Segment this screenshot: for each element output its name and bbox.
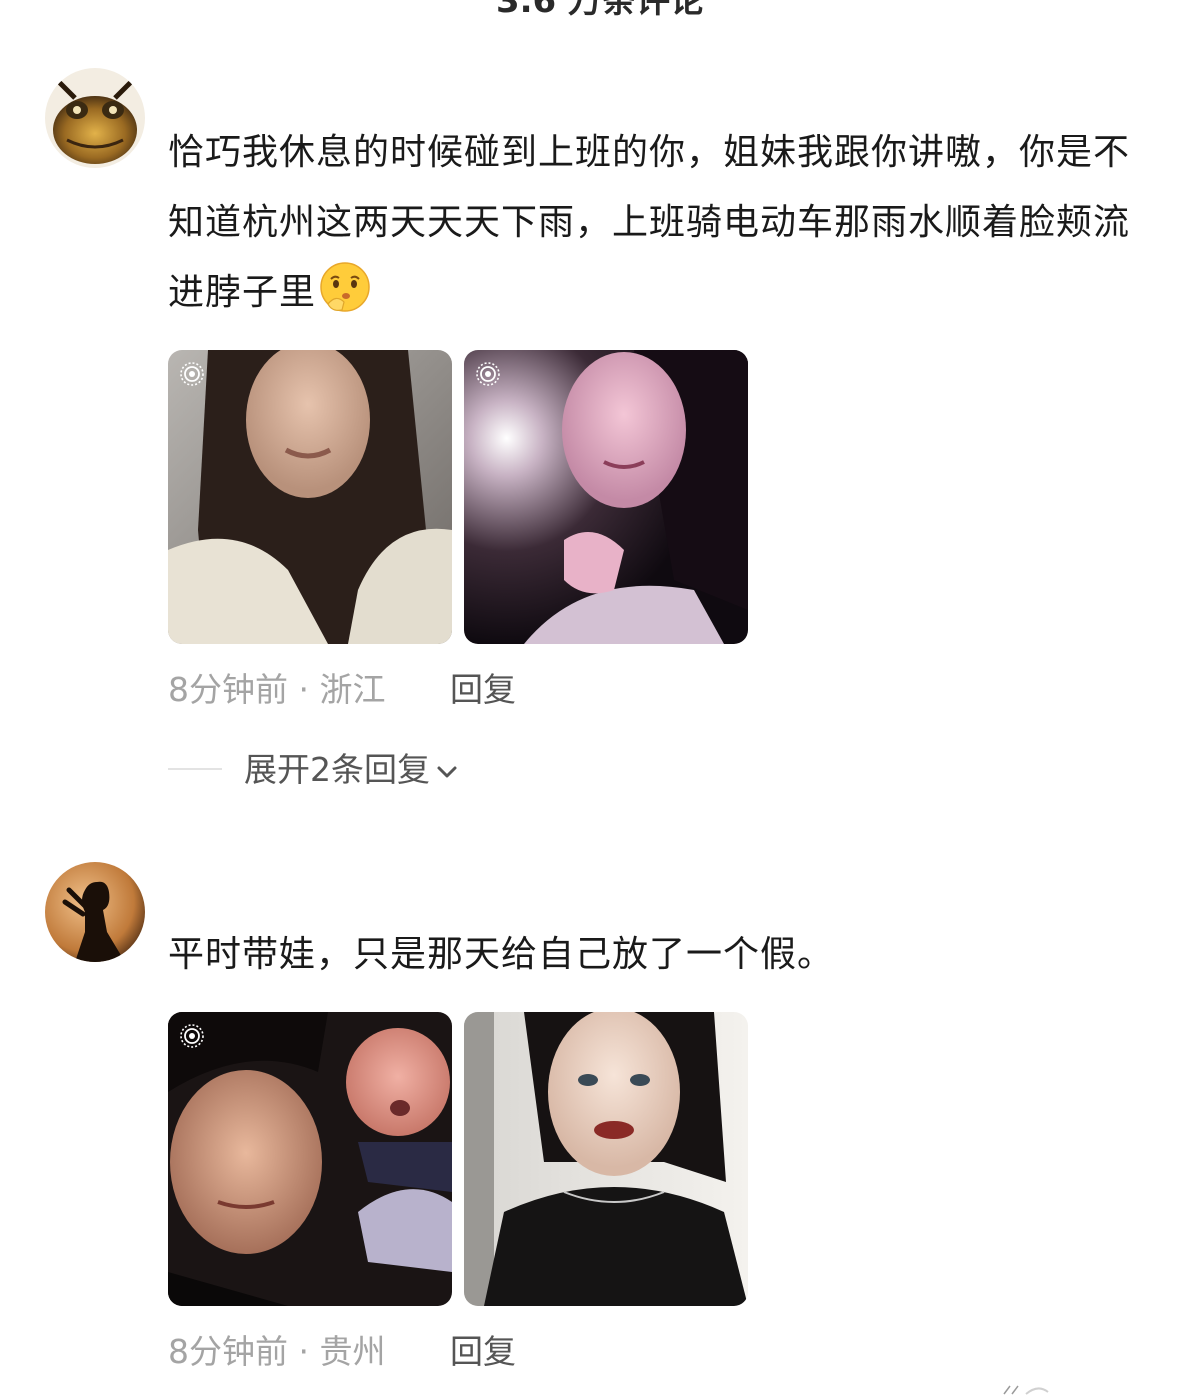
comment-photo[interactable] [464,350,748,644]
avatar[interactable] [45,862,145,962]
comment-text: 恰巧我休息的时候碰到上班的你，姐妹我跟你讲嗷，你是不知道杭州这两天天天下雨，上班… [168,118,1158,328]
comment-photo[interactable] [168,1012,452,1306]
photo-grid [168,1012,748,1306]
comment-location: 浙江 [319,670,386,709]
avatar[interactable] [45,68,145,168]
chevron-down-icon [436,746,458,790]
comment-body: 恰巧我休息的时候碰到上班的你，姐妹我跟你讲嗷，你是不知道杭州这两天天天下雨，上班… [168,132,1131,313]
expand-replies-row: 展开2条回复 [168,746,568,790]
expand-replies-button[interactable]: 展开2条回复 [244,746,458,792]
comments-page: 3.6 万条评论 恰巧我休息的时候碰到上班的你，姐妹我跟你讲嗷，你是不知道杭州这… [0,0,1200,1397]
reply-button[interactable]: 回复 [450,1330,516,1374]
comment-meta: 8分钟前 · 浙江 [168,668,385,712]
meta-separator: · [288,670,320,709]
comment-count-title: 3.6 万条评论 [495,0,705,21]
comment-photo[interactable] [464,1012,748,1306]
corner-decoration [1002,1381,1050,1395]
live-photo-icon [178,1022,206,1050]
comment-text: 平时带娃，只是那天给自己放了一个假。 [168,934,835,975]
live-photo-icon [178,360,206,388]
expand-replies-label: 展开2条回复 [244,750,430,789]
live-photo-icon [474,360,502,388]
comment-location: 贵州 [319,1332,386,1371]
comment-time: 8分钟前 [168,670,288,709]
meta-separator: · [288,1332,320,1371]
comment-time: 8分钟前 [168,1332,288,1371]
comment-meta: 8分钟前 · 贵州 [168,1330,385,1374]
photo-grid [168,350,748,644]
divider [168,768,222,770]
thinking-kiss-emoji-icon [318,260,372,314]
comment-photo[interactable] [168,350,452,644]
reply-button[interactable]: 回复 [450,668,516,712]
